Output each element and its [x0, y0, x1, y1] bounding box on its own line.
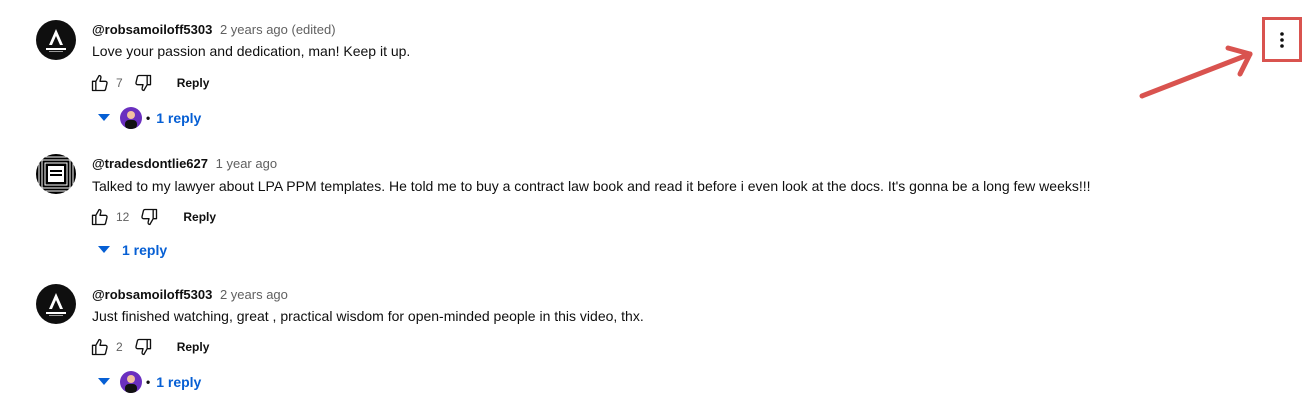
separator-dot: • [146, 375, 151, 389]
thumb-up-icon [91, 74, 108, 92]
author-name[interactable]: @robsamoiloff5303 [92, 287, 212, 302]
like-button[interactable] [88, 335, 112, 359]
caret-down-icon [92, 238, 116, 262]
reply-avatar [120, 107, 142, 129]
comment-time[interactable]: 2 years ago (edited) [220, 22, 336, 37]
dislike-button[interactable] [137, 205, 161, 229]
caret-down-icon [92, 106, 116, 130]
thumb-down-icon [134, 74, 151, 92]
comment-action-menu-button[interactable] [1262, 17, 1302, 62]
like-button[interactable] [88, 71, 112, 95]
replies-count-label: 1 reply [122, 242, 168, 258]
comment-actions: 12 Reply [88, 205, 216, 229]
comment-text: Just finished watching, great , practica… [92, 308, 644, 324]
author-name[interactable]: @robsamoiloff5303 [92, 22, 212, 37]
author-name[interactable]: @tradesdontlie627 [92, 156, 208, 171]
separator-dot: • [146, 111, 151, 125]
replies-count-label: 1 reply [156, 110, 202, 126]
caret-down-icon [92, 370, 116, 394]
avatar[interactable] [36, 284, 76, 324]
avatar-logo-icon [46, 29, 66, 52]
avatar[interactable] [36, 20, 76, 60]
like-button[interactable] [88, 205, 112, 229]
view-replies-button[interactable]: • 1 reply [92, 106, 201, 130]
reply-button[interactable]: Reply [177, 340, 210, 354]
reply-avatar [120, 371, 142, 393]
comment-text: Love your passion and dedication, man! K… [92, 43, 411, 59]
view-replies-button[interactable]: 1 reply [92, 238, 167, 262]
avatar-logo-icon [46, 293, 66, 316]
comment-actions: 7 Reply [88, 71, 209, 95]
comment-text: Talked to my lawyer about LPA PPM templa… [92, 178, 1091, 194]
like-count: 2 [116, 340, 123, 354]
comment-actions: 2 Reply [88, 335, 209, 359]
dislike-button[interactable] [131, 335, 155, 359]
reply-button[interactable]: Reply [177, 76, 210, 90]
comment-header: @robsamoiloff5303 2 years ago [92, 287, 288, 302]
thumb-down-icon [134, 338, 151, 356]
comment-time[interactable]: 1 year ago [216, 156, 277, 171]
replies-count-label: 1 reply [156, 374, 202, 390]
like-count: 12 [116, 210, 130, 224]
comment-header: @tradesdontlie627 1 year ago [92, 156, 277, 171]
like-count: 7 [116, 76, 123, 90]
avatar-logo-icon [38, 156, 74, 192]
thumb-down-icon [141, 208, 158, 226]
view-replies-button[interactable]: • 1 reply [92, 370, 201, 394]
annotation-arrow [1139, 45, 1253, 99]
reply-button[interactable]: Reply [183, 210, 216, 224]
comment-header: @robsamoiloff5303 2 years ago (edited) [92, 22, 336, 37]
thumb-up-icon [91, 208, 108, 226]
more-vert-icon [1280, 31, 1284, 48]
thumb-up-icon [91, 338, 108, 356]
avatar[interactable] [36, 154, 76, 194]
dislike-button[interactable] [131, 71, 155, 95]
comment-time[interactable]: 2 years ago [220, 287, 288, 302]
